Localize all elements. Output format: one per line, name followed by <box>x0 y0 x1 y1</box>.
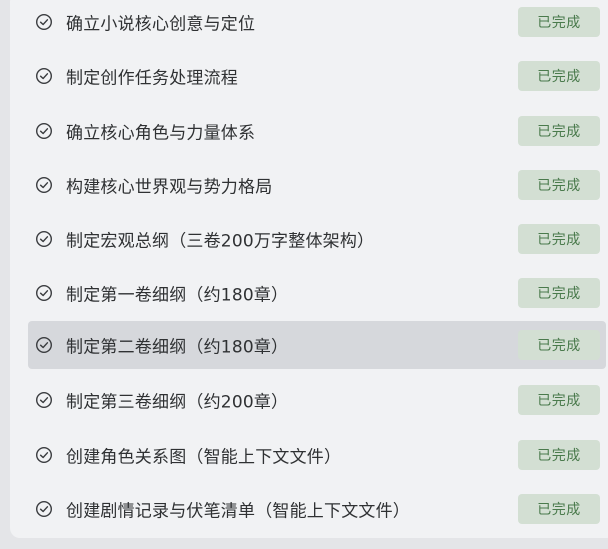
check-circle-icon <box>35 67 53 85</box>
status-badge: 已完成 <box>518 116 600 146</box>
task-list: 确立小说核心创意与定位 已完成 制定创作任务处理流程 已完成 确立核心角色与力量… <box>0 0 608 549</box>
status-badge: 已完成 <box>518 278 600 308</box>
task-row[interactable]: 制定创作任务处理流程 已完成 <box>28 53 606 99</box>
status-badge: 已完成 <box>518 330 600 360</box>
task-label: 构建核心世界观与势力格局 <box>66 177 273 198</box>
task-row[interactable]: 构建核心世界观与势力格局 已完成 <box>28 162 606 208</box>
check-circle-icon <box>35 391 53 409</box>
task-label: 制定第一卷细纲（约180章） <box>66 285 289 306</box>
status-badge: 已完成 <box>518 7 600 37</box>
check-circle-icon <box>35 122 53 140</box>
check-circle-icon <box>35 176 53 194</box>
check-circle-icon <box>35 500 53 518</box>
task-label: 确立核心角色与力量体系 <box>66 123 256 144</box>
task-row[interactable]: 制定第二卷细纲（约180章） 已完成 <box>28 321 606 369</box>
task-label: 创建剧情记录与伏笔清单（智能上下文文件） <box>66 501 410 522</box>
check-circle-icon <box>35 336 53 354</box>
task-row[interactable]: 制定第一卷细纲（约180章） 已完成 <box>28 270 606 316</box>
check-circle-icon <box>35 13 53 31</box>
check-circle-icon <box>35 446 53 464</box>
task-label: 确立小说核心创意与定位 <box>66 14 256 35</box>
status-badge: 已完成 <box>518 61 600 91</box>
status-badge: 已完成 <box>518 494 600 524</box>
check-circle-icon <box>35 284 53 302</box>
task-row[interactable]: 创建剧情记录与伏笔清单（智能上下文文件） 已完成 <box>28 486 606 532</box>
task-label: 制定创作任务处理流程 <box>66 68 238 89</box>
status-badge: 已完成 <box>518 224 600 254</box>
status-badge: 已完成 <box>518 440 600 470</box>
task-row[interactable]: 确立核心角色与力量体系 已完成 <box>28 108 606 154</box>
task-label: 创建角色关系图（智能上下文文件） <box>66 447 342 468</box>
status-badge: 已完成 <box>518 385 600 415</box>
status-badge: 已完成 <box>518 170 600 200</box>
task-label: 制定第三卷细纲（约200章） <box>66 392 289 413</box>
task-row[interactable]: 制定宏观总纲（三卷200万字整体架构） 已完成 <box>28 216 606 262</box>
task-label: 制定宏观总纲（三卷200万字整体架构） <box>66 231 375 252</box>
task-label: 制定第二卷细纲（约180章） <box>66 337 289 358</box>
task-row[interactable]: 制定第三卷细纲（约200章） 已完成 <box>28 377 606 423</box>
task-row[interactable]: 确立小说核心创意与定位 已完成 <box>28 0 606 45</box>
check-circle-icon <box>35 230 53 248</box>
task-row[interactable]: 创建角色关系图（智能上下文文件） 已完成 <box>28 432 606 478</box>
